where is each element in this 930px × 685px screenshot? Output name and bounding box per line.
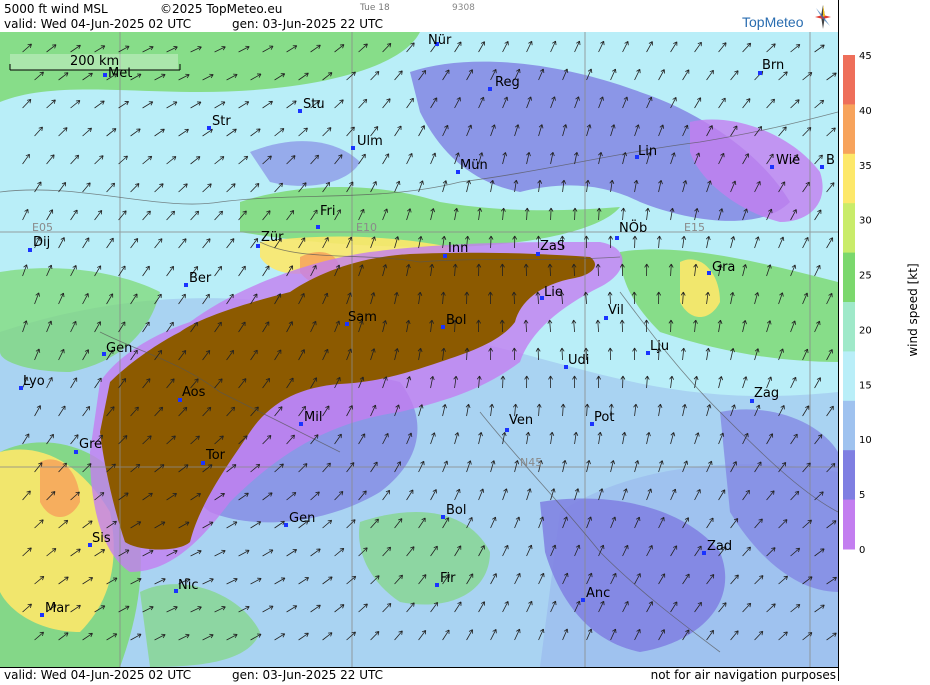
run-label: Tue 18 — [360, 3, 390, 13]
copyright-text: ©2025 TopMeteo.eu — [160, 2, 283, 16]
city-label: Lyo — [23, 374, 45, 389]
city-label: Anc — [586, 586, 610, 601]
colorbar-swatch — [843, 302, 855, 352]
colorbar-tick-label: 40 — [859, 106, 872, 117]
colorbar-swatch — [843, 104, 855, 155]
city-label: Met — [108, 66, 132, 81]
disclaimer-text: not for air navigation purposes — [650, 668, 836, 682]
city-label: Zag — [754, 386, 779, 401]
colorbar-tick-label: 10 — [859, 435, 872, 446]
city-label: Fri — [320, 204, 336, 219]
colorbar-swatch — [843, 203, 855, 254]
colorbar-swatch — [843, 55, 855, 105]
grid-label-n45: N45 — [520, 456, 542, 469]
colorbar-swatch — [843, 450, 855, 501]
city-label: Lin — [638, 144, 657, 159]
colorbar-tick-label: 25 — [859, 271, 872, 282]
city-label: Ber — [189, 271, 212, 286]
city-label: Zad — [707, 539, 732, 554]
footer-generated-time: gen: 03-Jun-2025 22 UTC — [232, 668, 384, 682]
city-label: Str — [212, 114, 231, 129]
wind-map-canvas: 200 km E05 E10 E15 N45 Nür Met Reg Brn S… — [0, 32, 838, 667]
wind-map[interactable]: 200 km E05 E10 E15 N45 Nür Met Reg Brn S… — [0, 32, 838, 667]
city-label: Gen — [106, 341, 132, 356]
colorbar-swatch — [843, 153, 855, 204]
colorbar-canvas: 45 40 35 30 25 20 15 10 5 0 wind speed [kt] — [843, 51, 920, 556]
city-label: Mil — [304, 410, 322, 425]
city-label: NÖb — [619, 219, 647, 236]
map-footer: valid: Wed 04-Jun-2025 02 UTC gen: 03-Ju… — [0, 667, 838, 682]
colorbar-swatch — [843, 252, 855, 303]
colorbar-title: wind speed [kt] — [906, 263, 920, 356]
city-label: B — [826, 153, 835, 168]
city-label: Bol — [446, 503, 466, 518]
city-label: Wie — [776, 153, 800, 168]
topmeteo-logo[interactable]: TopMeteo — [742, 4, 834, 30]
city-label: Gre — [79, 437, 102, 452]
colorbar-tick-label: 5 — [859, 490, 865, 501]
colorbar-tick-label: 45 — [859, 51, 872, 62]
colorbar-swatch — [843, 499, 855, 550]
colorbar-swatches — [843, 55, 855, 550]
scale-bar: 200 km — [9, 54, 181, 71]
city-label: Gra — [712, 260, 735, 275]
city-label: Udi — [568, 353, 589, 368]
grid-label-e10: E10 — [356, 221, 377, 234]
city-label: Stu — [303, 97, 325, 112]
city-label: Dij — [33, 235, 50, 250]
valid-time: valid: Wed 04-Jun-2025 02 UTC — [4, 17, 192, 31]
colorbar-swatch — [843, 351, 855, 402]
colorbar-ticks: 45 40 35 30 25 20 15 10 5 0 — [859, 51, 872, 556]
city-label: Mün — [460, 158, 488, 173]
generated-time: gen: 03-Jun-2025 22 UTC — [232, 17, 384, 31]
colorbar: 45 40 35 30 25 20 15 10 5 0 wind speed [kt] — [838, 0, 930, 681]
city-label: Lju — [650, 339, 669, 354]
logo-text: TopMeteo — [742, 14, 804, 30]
map-header: 5000 ft wind MSL ©2025 TopMeteo.eu Tue 1… — [0, 0, 838, 32]
grid-label-e05: E05 — [32, 221, 53, 234]
colorbar-swatch — [843, 400, 855, 451]
city-label: Bol — [446, 313, 466, 328]
run-code: 9308 — [452, 3, 475, 13]
city-label: Sis — [92, 531, 111, 546]
city-label: Aos — [182, 385, 206, 400]
city-label: Nür — [428, 33, 452, 48]
city-label: ZaS — [540, 239, 565, 254]
colorbar-tick-label: 20 — [859, 325, 872, 336]
city-label: Ven — [509, 413, 533, 428]
colorbar-tick-label: 15 — [859, 380, 872, 391]
colorbar-tick-label: 35 — [859, 161, 872, 172]
footer-valid-time: valid: Wed 04-Jun-2025 02 UTC — [4, 668, 192, 682]
colorbar-tick-label: 30 — [859, 216, 872, 227]
grid-label-e15: E15 — [684, 221, 705, 234]
colorbar-tick-label: 0 — [859, 545, 865, 556]
city-label: Sam — [348, 310, 377, 325]
city-label: Lie — [544, 285, 563, 300]
city-label: Zür — [261, 230, 284, 245]
compass-icon — [815, 5, 831, 29]
city-label: Fir — [440, 571, 456, 586]
city-label: Nic — [178, 578, 198, 593]
city-label: Mar — [45, 601, 70, 616]
city-label: Ulm — [357, 134, 383, 149]
city-label: Brn — [762, 58, 784, 73]
city-label: Reg — [495, 75, 520, 90]
city-label: Tor — [205, 448, 226, 463]
city-label: Gen — [289, 511, 315, 526]
city-label: Inn — [448, 241, 468, 256]
city-label: Vil — [608, 303, 624, 318]
product-title: 5000 ft wind MSL — [4, 2, 108, 16]
city-label: Pot — [594, 410, 614, 425]
